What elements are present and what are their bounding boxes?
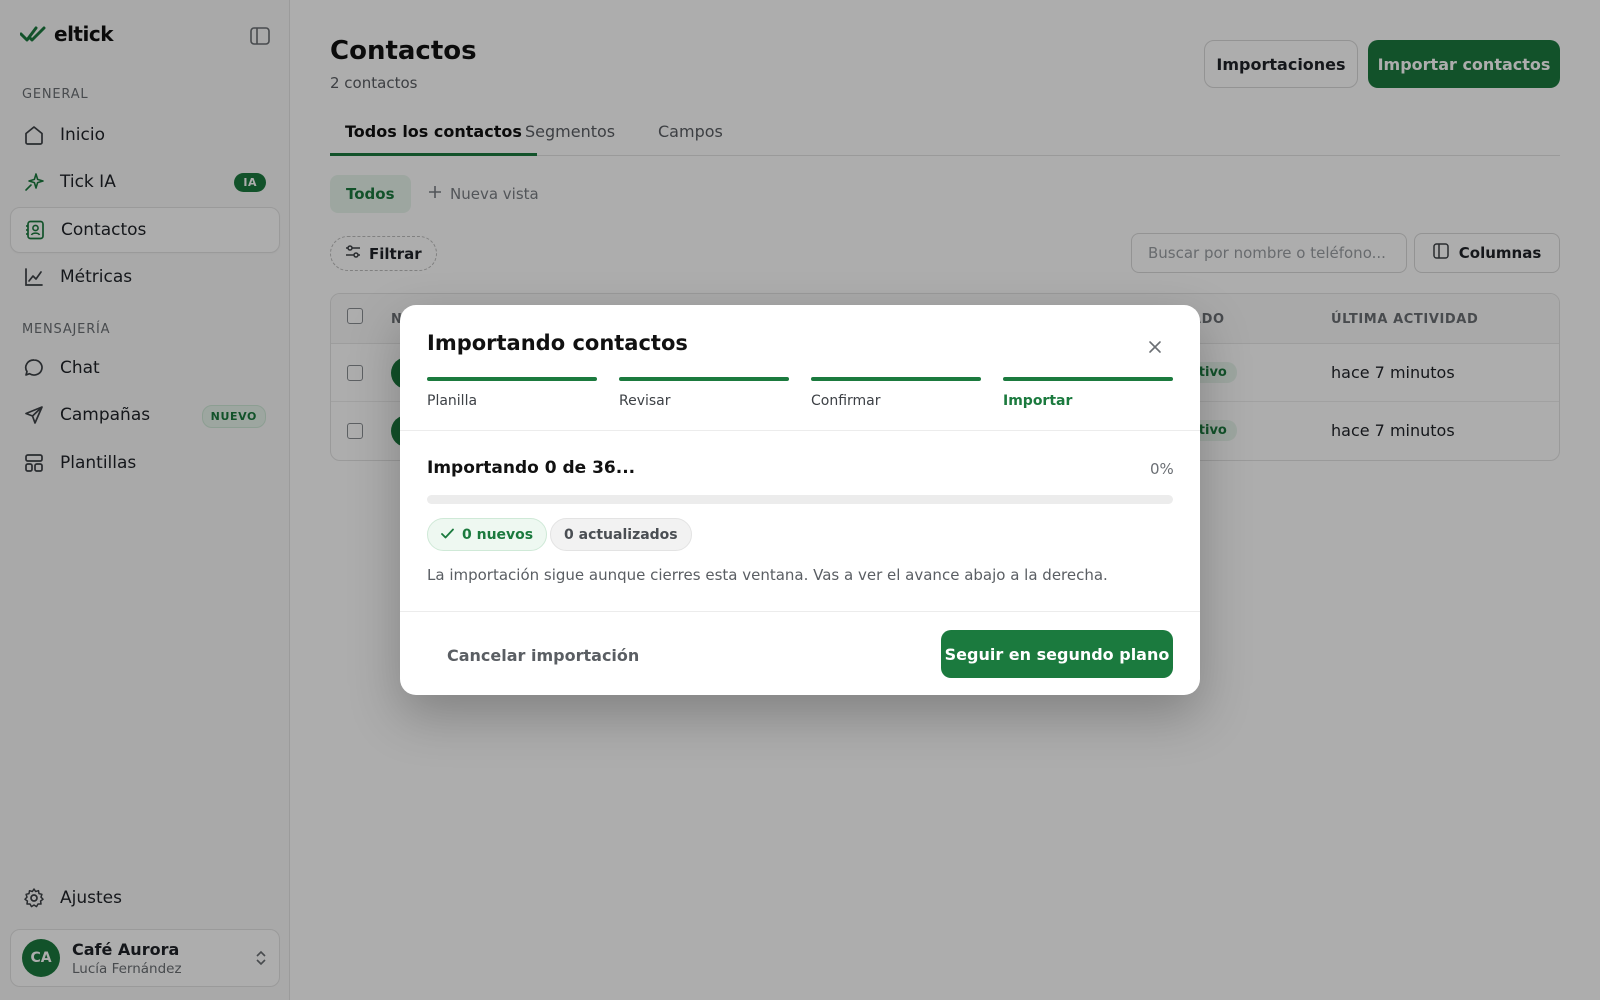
step-progress-bar [1003, 377, 1173, 381]
step-confirmar: Confirmar [811, 377, 981, 409]
close-icon[interactable] [1145, 337, 1165, 357]
progress-bar [427, 495, 1173, 504]
step-label: Planilla [427, 393, 478, 409]
import-modal: Importando contactos Planilla Revisar Co… [400, 305, 1200, 695]
check-icon [441, 527, 454, 543]
progress-percent: 0% [1150, 460, 1174, 478]
step-planilla: Planilla [427, 377, 597, 409]
new-count-pill: 0 nuevos [427, 518, 548, 551]
step-progress-bar [811, 377, 981, 381]
step-label: Revisar [619, 393, 671, 409]
updated-count-pill: 0 actualizados [550, 518, 692, 551]
step-label: Importar [1003, 393, 1073, 409]
step-label: Confirmar [811, 393, 881, 409]
step-progress-bar [427, 377, 597, 381]
progress-title: Importando 0 de 36... [427, 458, 636, 478]
new-count-label: 0 nuevos [462, 526, 534, 543]
continue-in-background-button[interactable]: Seguir en segundo plano [941, 630, 1173, 678]
step-importar: Importar [1003, 377, 1173, 409]
divider [400, 430, 1200, 431]
import-note: La importación sigue aunque cierres esta… [427, 566, 1108, 584]
divider [400, 611, 1200, 612]
updated-count-label: 0 actualizados [564, 526, 678, 543]
cancel-import-button[interactable]: Cancelar importación [427, 631, 659, 679]
modal-title: Importando contactos [427, 331, 688, 355]
step-progress-bar [619, 377, 789, 381]
step-revisar: Revisar [619, 377, 789, 409]
